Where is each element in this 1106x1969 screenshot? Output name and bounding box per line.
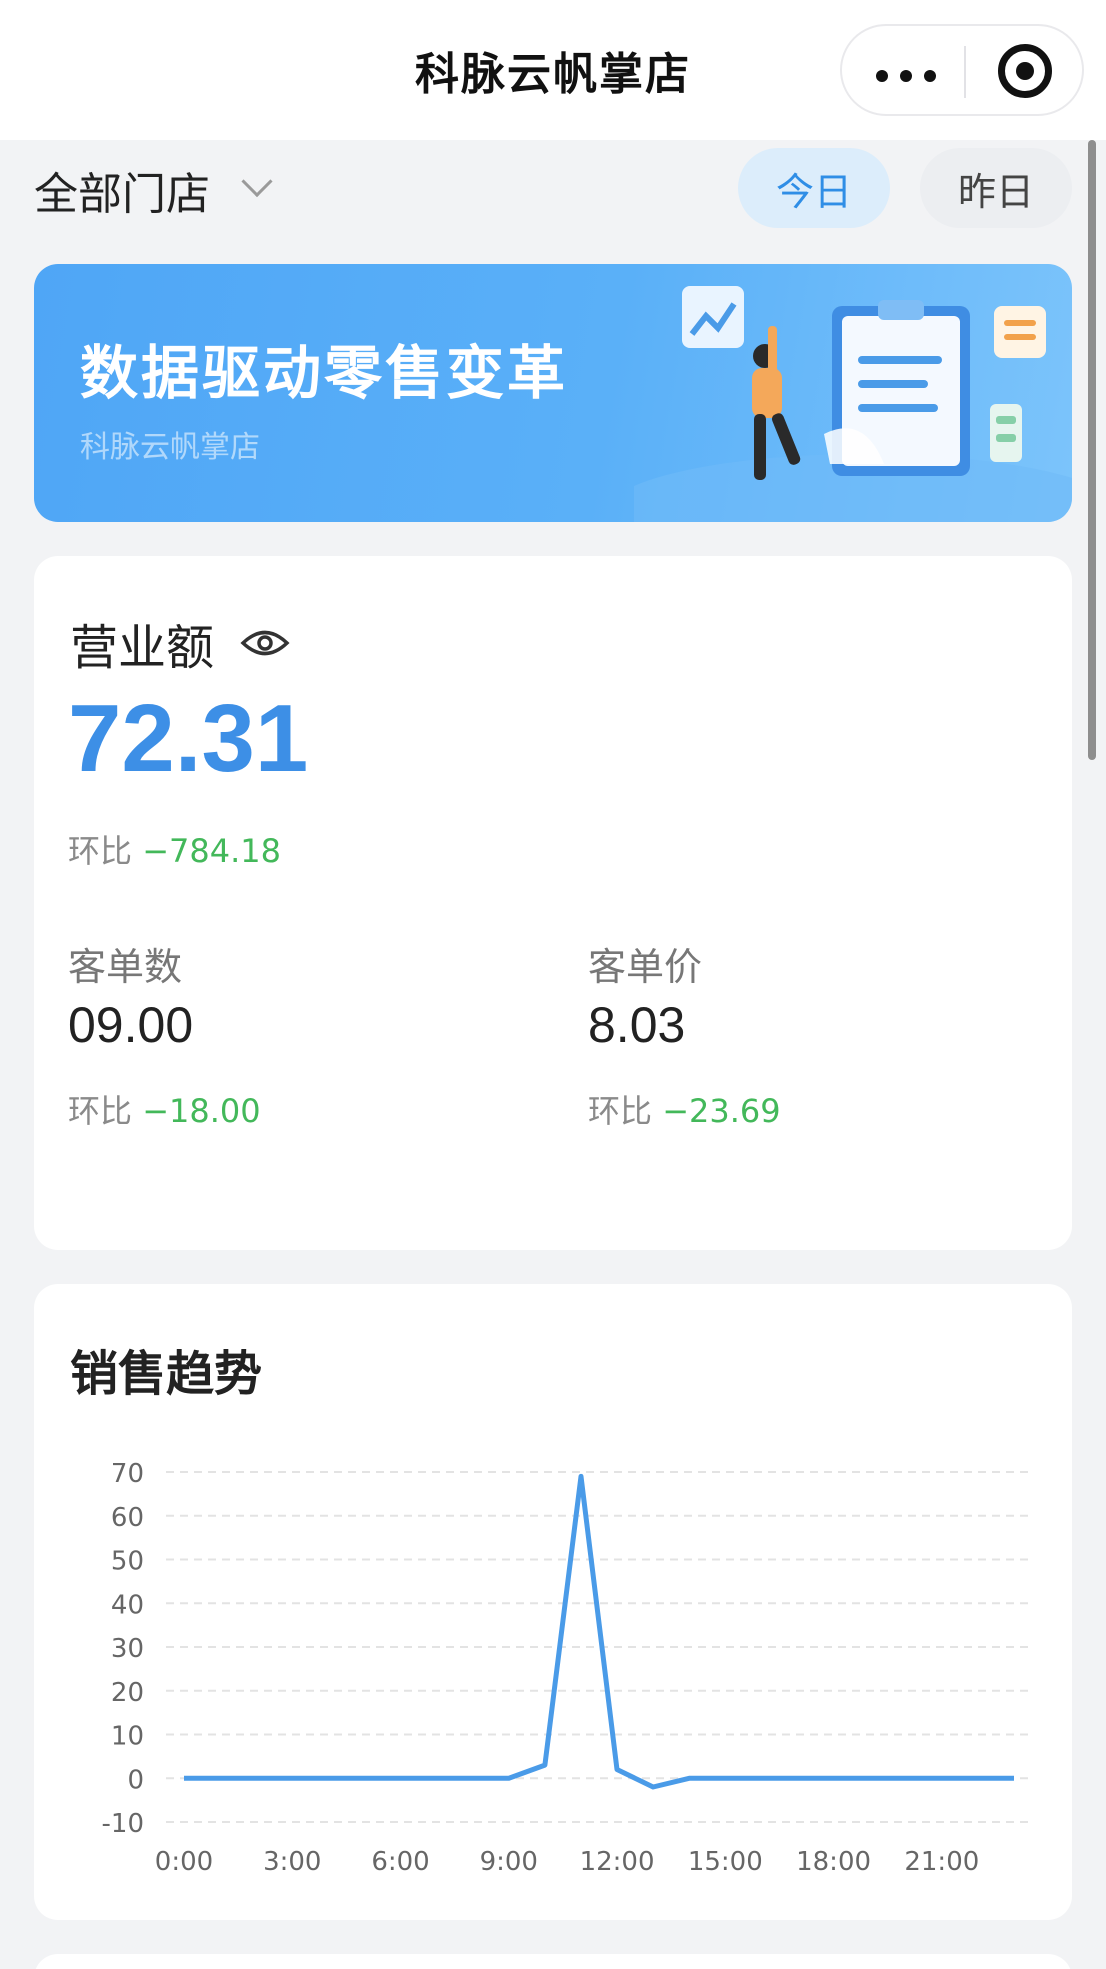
top-bar: 科脉云帆掌店 xyxy=(0,0,1106,140)
avg-order-value-ratio-value: −23.69 xyxy=(662,1092,781,1130)
y-tick-label: 60 xyxy=(111,1503,144,1533)
sales-trend-card: 销售趋势 70 60 50 40 30 20 10 0 -10 0:00 3:00 6:00 9:00 1… xyxy=(34,1284,1072,1920)
x-tick-label: 21:00 xyxy=(904,1847,979,1877)
x-tick-label: 18:00 xyxy=(796,1847,871,1877)
avg-order-value: 8.03 xyxy=(588,997,686,1053)
close-mini-program-icon[interactable] xyxy=(998,44,1052,98)
avg-order-value-ratio-row: 环比 −23.69 xyxy=(588,1086,781,1132)
x-tick-label: 6:00 xyxy=(371,1847,429,1877)
revenue-header: 营业额 xyxy=(70,608,290,678)
tab-today[interactable]: 今日 xyxy=(738,148,890,228)
x-tick-label: 15:00 xyxy=(688,1847,763,1877)
y-tick-label: 30 xyxy=(111,1634,144,1664)
eye-icon[interactable] xyxy=(240,628,290,658)
revenue-title: 营业额 xyxy=(70,620,215,676)
scrollbar-thumb[interactable] xyxy=(1088,140,1096,760)
y-tick-label: 70 xyxy=(111,1459,144,1489)
y-tick-label: 50 xyxy=(111,1547,144,1577)
revenue-ratio-label: 环比 xyxy=(68,832,133,870)
sales-series-line xyxy=(184,1473,1014,1790)
order-count-label: 客单数 xyxy=(68,945,183,989)
avg-order-value-label: 客单价 xyxy=(588,945,703,989)
sales-trend-chart: 70 60 50 40 30 20 10 0 -10 0:00 3:00 6:00 9:00 12:00 1… xyxy=(102,1459,1034,1877)
y-tick-label: 10 xyxy=(111,1722,144,1752)
x-tick-label: 3:00 xyxy=(263,1847,321,1877)
capsule-divider xyxy=(964,46,966,98)
banner-title: 数据驱动零售变革 xyxy=(80,339,569,407)
tab-yesterday[interactable]: 昨日 xyxy=(920,148,1072,228)
revenue-ratio-row: 环比 −784.18 xyxy=(68,826,281,872)
order-count-value: 09.00 xyxy=(68,997,194,1053)
next-card xyxy=(34,1954,1072,1969)
order-count-ratio-label: 环比 xyxy=(68,1092,133,1130)
banner-illustration xyxy=(634,286,1072,522)
mini-program-capsule xyxy=(840,24,1084,116)
x-tick-label: 0:00 xyxy=(155,1847,213,1877)
chevron-down-icon xyxy=(241,165,273,198)
y-tick-label: 0 xyxy=(127,1765,144,1795)
y-tick-label: 40 xyxy=(111,1590,144,1620)
store-selector-label: 全部门店 xyxy=(34,169,210,220)
store-selector[interactable]: 全部门店 xyxy=(34,160,273,220)
order-count-ratio-row: 环比 −18.00 xyxy=(68,1086,261,1132)
y-tick-label: -10 xyxy=(102,1809,144,1839)
x-tick-label: 9:00 xyxy=(480,1847,538,1877)
avg-order-value-ratio-label: 环比 xyxy=(588,1092,653,1130)
promo-banner[interactable]: 数据驱动零售变革 科脉云帆掌店 xyxy=(34,264,1072,522)
revenue-value: 72.31 xyxy=(68,685,309,792)
more-options-icon[interactable] xyxy=(876,70,936,82)
banner-subtitle: 科脉云帆掌店 xyxy=(80,430,260,465)
order-count-ratio-value: −18.00 xyxy=(142,1092,261,1130)
revenue-card: 营业额 72.31 环比 −784.18 客单数 09.00 环比 −18.00… xyxy=(34,556,1072,1250)
y-tick-label: 20 xyxy=(111,1678,144,1708)
revenue-ratio-value: −784.18 xyxy=(142,832,281,870)
x-tick-label: 12:00 xyxy=(580,1847,655,1877)
